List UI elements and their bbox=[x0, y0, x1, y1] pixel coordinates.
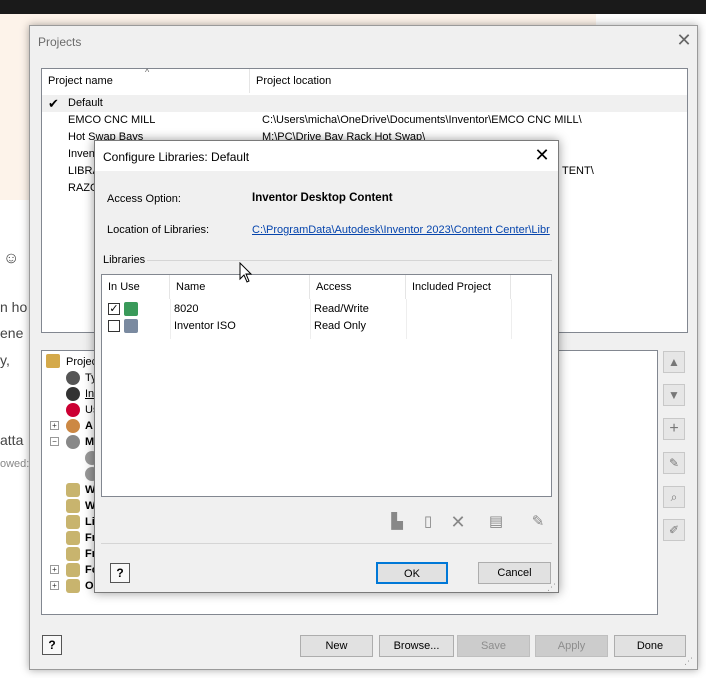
close-icon[interactable]: ✕ bbox=[531, 145, 553, 166]
tree-node-icon bbox=[66, 547, 80, 561]
migrate-icon[interactable]: ▤ bbox=[485, 511, 507, 533]
active-check-icon: ✔ bbox=[48, 96, 59, 111]
bg-line: n ho bbox=[0, 299, 28, 315]
sort-caret-icon: ^ bbox=[145, 67, 150, 77]
in-use-checkbox[interactable]: ✓ bbox=[108, 303, 120, 315]
mouse-cursor-icon bbox=[239, 262, 253, 283]
tree-node-label[interactable]: O bbox=[85, 578, 94, 594]
add-icon[interactable]: + bbox=[663, 418, 685, 440]
library-icon bbox=[124, 319, 138, 333]
column-header-in-use[interactable]: In Use bbox=[102, 275, 170, 299]
tree-node-icon bbox=[66, 403, 80, 417]
tree-node-icon bbox=[66, 515, 80, 529]
move-down-icon[interactable]: ▼ bbox=[663, 384, 685, 406]
browse-button[interactable]: Browse... bbox=[379, 635, 454, 657]
bg-line: owed: bbox=[0, 458, 30, 470]
libraries-table: In Use Name Access Included Project ✓ 802… bbox=[101, 274, 552, 497]
library-row[interactable]: Inventor ISO Read Only bbox=[102, 318, 551, 335]
divider bbox=[147, 260, 552, 261]
save-button[interactable]: Save bbox=[457, 635, 530, 657]
bg-line: ene bbox=[0, 325, 24, 341]
ok-button[interactable]: OK bbox=[376, 562, 448, 584]
access-option-value: Inventor Desktop Content bbox=[252, 192, 393, 204]
location-label: Location of Libraries: bbox=[107, 224, 210, 236]
library-name: 8020 bbox=[174, 303, 199, 315]
access-option-label: Access Option: bbox=[107, 193, 181, 205]
library-location-link[interactable]: C:\ProgramData\Autodesk\Inventor 2023\Co… bbox=[252, 224, 558, 236]
project-name: Inven bbox=[68, 148, 95, 160]
apply-button[interactable]: Apply bbox=[535, 635, 608, 657]
add-library-icon[interactable]: ▯ bbox=[417, 511, 439, 533]
library-access: Read Only bbox=[314, 320, 366, 332]
libraries-label: Libraries bbox=[103, 254, 146, 266]
tree-node-icon bbox=[66, 387, 80, 401]
move-up-icon[interactable]: ▲ bbox=[663, 351, 685, 373]
tree-node-label[interactable]: M bbox=[85, 434, 94, 450]
column-header-access[interactable]: Access bbox=[310, 275, 406, 299]
resize-grip-icon[interactable]: ⋰ bbox=[547, 582, 556, 593]
delete-icon[interactable]: ✕ bbox=[447, 511, 469, 533]
divider bbox=[101, 543, 552, 544]
help-button[interactable]: ? bbox=[42, 635, 62, 655]
project-row[interactable]: ✔ Default bbox=[42, 95, 687, 112]
tree-node-icon bbox=[66, 579, 80, 593]
tree-node-label[interactable]: Projec bbox=[66, 354, 97, 370]
new-button[interactable]: New bbox=[300, 635, 373, 657]
tree-node-icon bbox=[66, 371, 80, 385]
tree-node-label[interactable]: In bbox=[85, 386, 94, 402]
done-button[interactable]: Done bbox=[614, 635, 686, 657]
configure-libraries-dialog: Configure Libraries: Default ✕ Access Op… bbox=[94, 140, 559, 593]
expand-icon[interactable]: + bbox=[50, 581, 59, 590]
library-row[interactable]: ✓ 8020 Read/Write bbox=[102, 301, 551, 318]
library-access: Read/Write bbox=[314, 303, 369, 315]
project-location: TENT\ bbox=[562, 165, 594, 177]
edit-icon[interactable]: ✎ bbox=[663, 452, 685, 474]
top-bar bbox=[0, 0, 706, 14]
tree-node-icon bbox=[66, 563, 80, 577]
tree-node-icon bbox=[66, 499, 80, 513]
resize-grip-icon[interactable]: ⋰ bbox=[684, 656, 693, 667]
column-header-project-location[interactable]: Project location bbox=[250, 69, 687, 93]
help-button[interactable]: ? bbox=[110, 563, 130, 583]
cancel-button[interactable]: Cancel bbox=[478, 562, 551, 584]
tree-node-icon bbox=[66, 435, 80, 449]
tree-node-label[interactable]: A bbox=[85, 418, 93, 434]
find-icon[interactable]: ⌕ bbox=[663, 486, 685, 508]
expand-icon[interactable]: + bbox=[50, 565, 59, 574]
smile-icon: ☺ bbox=[3, 250, 20, 267]
dialog-title: Configure Libraries: Default bbox=[103, 150, 250, 164]
project-location: C:\Users\micha\OneDrive\Documents\Invent… bbox=[262, 114, 582, 126]
column-header-included-project[interactable]: Included Project bbox=[406, 275, 511, 299]
dialog-title: Projects bbox=[38, 35, 82, 49]
project-name: EMCO CNC MILL bbox=[68, 114, 156, 126]
close-icon[interactable]: ✕ bbox=[674, 30, 694, 50]
tree-node-icon bbox=[66, 419, 80, 433]
project-name: Default bbox=[68, 97, 103, 109]
project-file-icon bbox=[46, 354, 60, 368]
library-name: Inventor ISO bbox=[174, 320, 236, 332]
bg-line: y, bbox=[0, 352, 10, 368]
tree-node-icon bbox=[66, 483, 80, 497]
options-icon[interactable]: ✐ bbox=[663, 519, 685, 541]
library-icon[interactable]: ▙ bbox=[386, 511, 408, 533]
library-icon bbox=[124, 302, 138, 316]
tree-node-icon bbox=[66, 531, 80, 545]
collapse-icon[interactable]: − bbox=[50, 437, 59, 446]
expand-icon[interactable]: + bbox=[50, 421, 59, 430]
bg-line: atta bbox=[0, 432, 24, 448]
edit-library-icon[interactable]: ✎ bbox=[527, 511, 549, 533]
in-use-checkbox[interactable] bbox=[108, 320, 120, 332]
project-row[interactable]: EMCO CNC MILL C:\Users\micha\OneDrive\Doc… bbox=[42, 112, 687, 129]
